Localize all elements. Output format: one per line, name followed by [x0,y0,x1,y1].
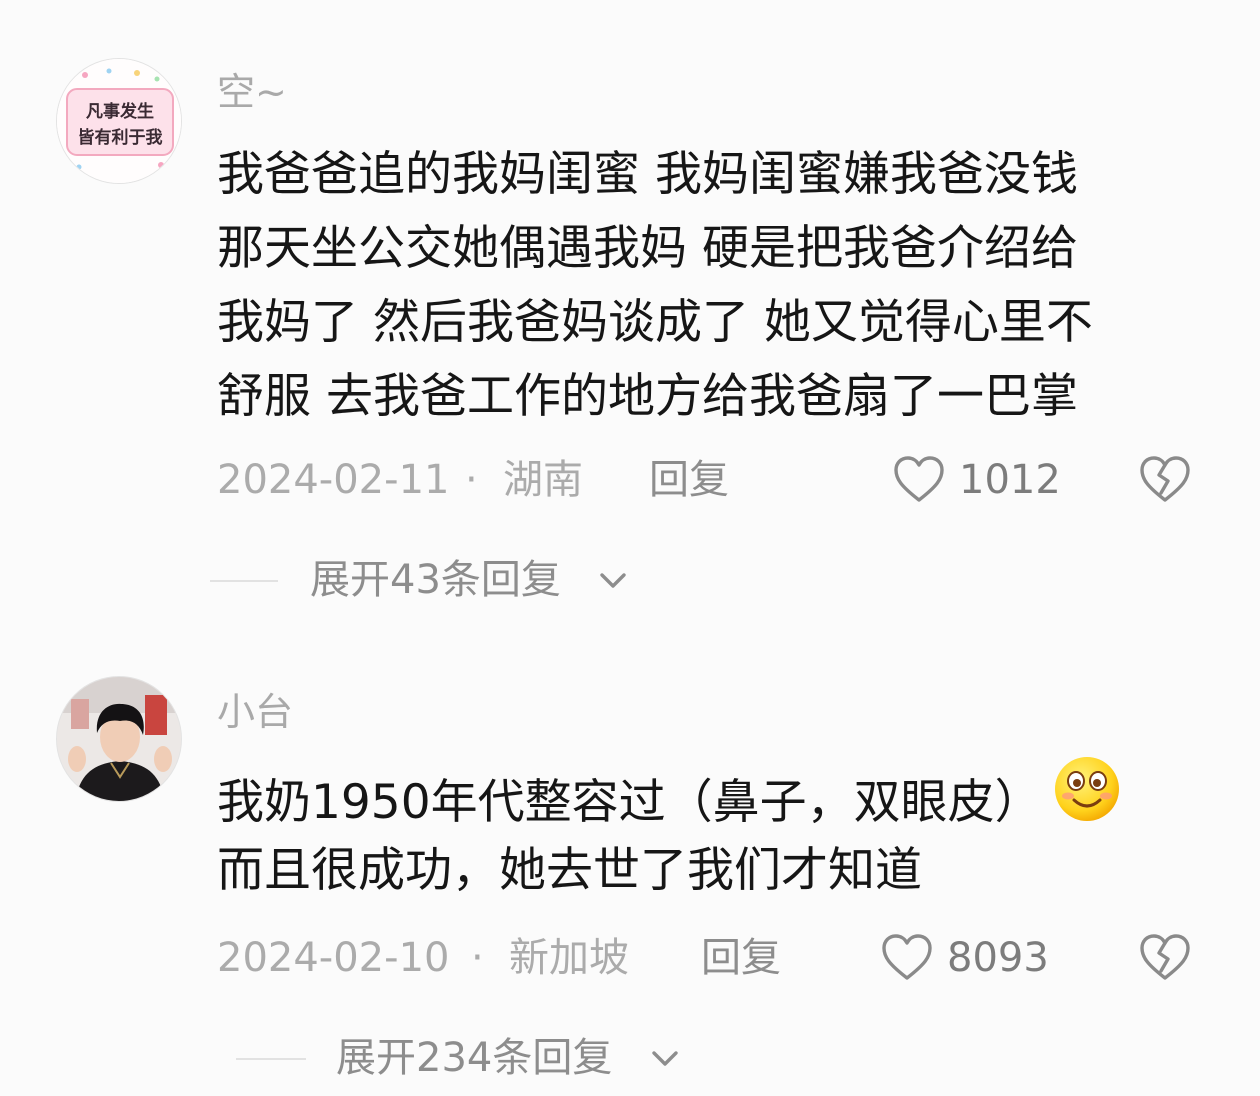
comment-line: 我妈了 然后我爸妈谈成了 她又觉得心里不 [217,295,1093,350]
like-count: 8093 [947,935,1049,981]
comment-date: 2024-02-11 [217,457,450,503]
avatar-image: 凡事发生 皆有利于我 [57,59,181,183]
expand-replies-button[interactable]: 展开43条回复 [210,552,650,608]
expand-replies-button[interactable]: 展开234条回复 [236,1030,696,1086]
comment-item: 凡事发生 皆有利于我 空~ 我爸爸追的我妈闺蜜 我妈闺蜜嫌我爸没钱 那天坐公交她… [0,0,1260,620]
like-button[interactable] [881,933,933,983]
meta-separator: · [465,457,478,503]
comment-location: 湖南 [503,457,583,503]
comment-line: 而且很成功，她去世了我们才知道 [217,843,922,898]
dislike-button[interactable] [1139,933,1191,983]
comment-date: 2024-02-10 [217,935,450,981]
comment-item: 小台 我奶1950年代整容过（鼻子，双眼皮） 而且很成功，她去世了我们才知道 2… [0,640,1260,1096]
comment-line: 我奶1950年代整容过（鼻子，双眼皮） [217,754,1207,830]
expand-replies-label: 展开234条回复 [336,1035,613,1081]
like-button[interactable] [893,455,945,505]
expand-replies-label: 展开43条回复 [310,557,561,603]
username[interactable]: 空~ [217,70,287,114]
avatar-image [57,677,181,801]
heart-outline-icon [882,934,932,980]
meta-separator: · [471,935,484,981]
broken-heart-icon [1140,456,1190,502]
broken-heart-icon [1140,934,1190,980]
avatar[interactable]: 凡事发生 皆有利于我 [56,58,182,184]
heart-outline-icon [894,456,944,502]
comment-line: 那天坐公交她偶遇我妈 硬是把我爸介绍给 [217,221,1078,276]
comment-meta: 2024-02-11 · 湖南 回复 1012 [217,450,1207,510]
chevron-down-icon [652,1051,678,1066]
like-count: 1012 [959,457,1061,503]
smiley-emoji-icon [1054,757,1119,821]
username[interactable]: 小台 [217,690,293,734]
comment-location: 新加坡 [509,935,629,981]
dislike-button[interactable] [1139,455,1191,505]
avatar[interactable] [56,676,182,802]
comment-text: 我奶1950年代整容过（鼻子，双眼皮） 而且很成功，她去世了我们才知道 [217,754,1207,908]
comment-meta: 2024-02-10 · 新加坡 回复 8093 [217,928,1207,988]
comment-line: 我爸爸追的我妈闺蜜 我妈闺蜜嫌我爸没钱 [217,147,1078,202]
divider [210,580,278,582]
comment-line-text: 我奶1950年代整容过（鼻子，双眼皮） [217,775,1042,830]
comment-text: 我爸爸追的我妈闺蜜 我妈闺蜜嫌我爸没钱 那天坐公交她偶遇我妈 硬是把我爸介绍给 … [217,138,1207,434]
reply-button[interactable]: 回复 [701,928,781,988]
chevron-down-icon [600,573,626,588]
reply-button[interactable]: 回复 [649,450,729,510]
avatar-line-2: 皆有利于我 [78,127,163,148]
comment-line: 舒服 去我爸工作的地方给我爸扇了一巴掌 [217,369,1078,424]
avatar-line-1: 凡事发生 [86,101,154,122]
divider [236,1058,306,1060]
